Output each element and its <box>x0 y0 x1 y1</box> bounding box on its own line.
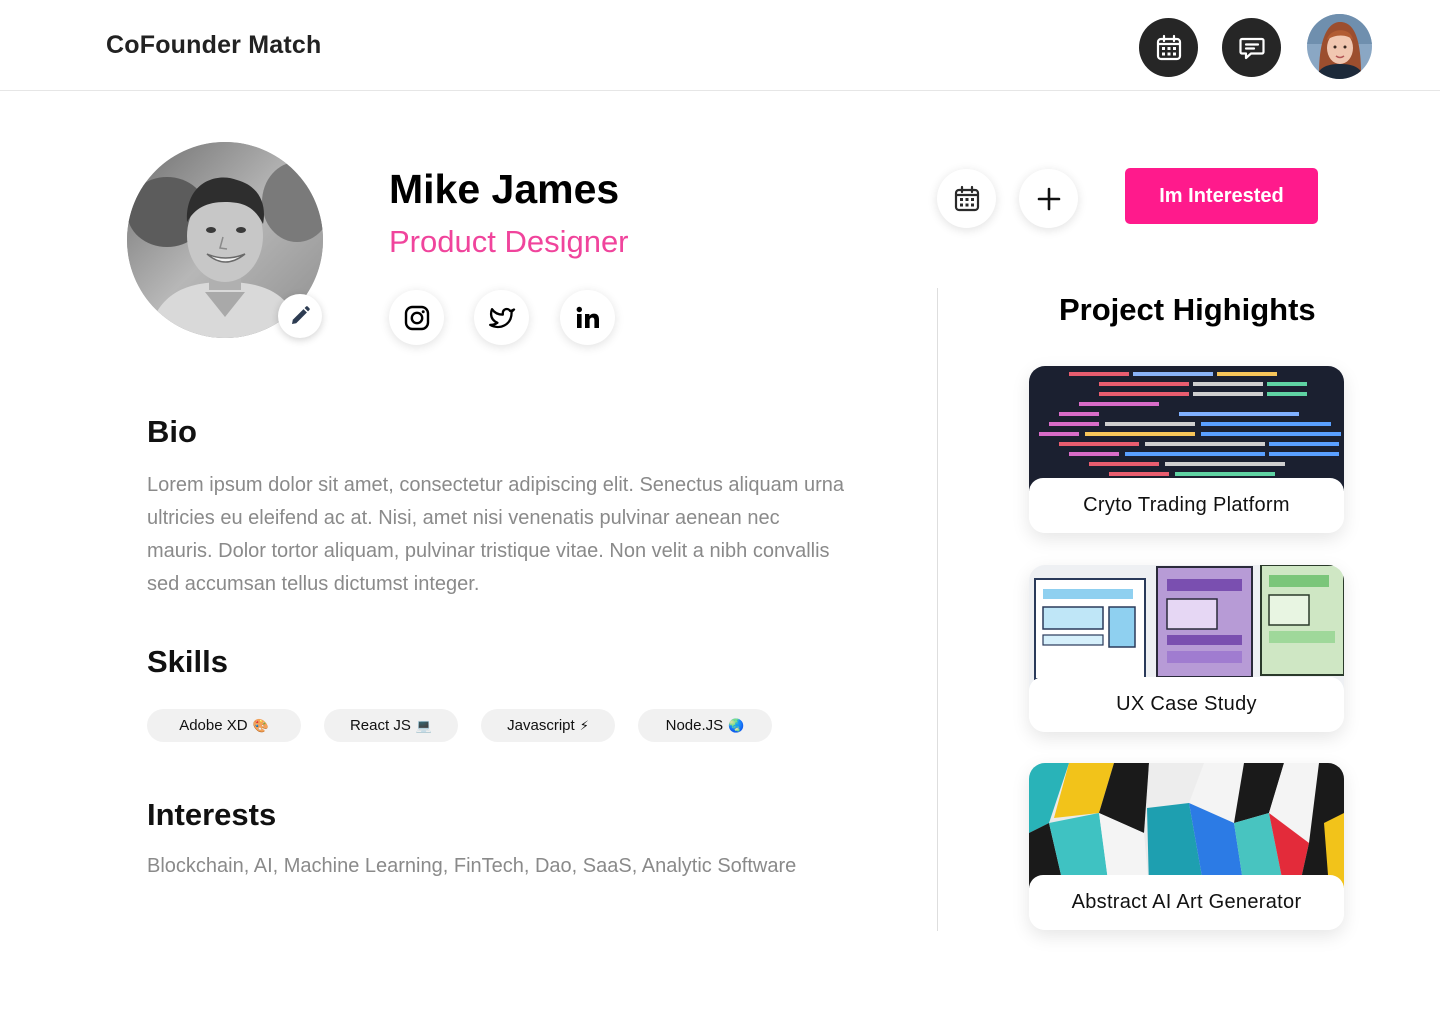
project-card-title: UX Case Study <box>1029 677 1344 732</box>
skill-chip[interactable]: React JS 💻 <box>324 709 458 742</box>
skill-label: Node.JS <box>665 717 724 734</box>
skill-chip[interactable]: Node.JS 🌏 <box>638 709 772 742</box>
im-interested-button[interactable]: Im Interested <box>1125 168 1318 224</box>
header-calendar-button[interactable] <box>1139 18 1198 77</box>
brand-logo-text[interactable]: CoFounder Match <box>106 31 322 60</box>
skill-label: Javascript <box>507 717 575 734</box>
project-card[interactable]: UX Case Study <box>1029 565 1344 732</box>
edit-avatar-button[interactable] <box>278 294 322 338</box>
header-messages-button[interactable] <box>1222 18 1281 77</box>
skill-label: Adobe XD <box>179 717 248 734</box>
profile-name: Mike James <box>389 166 620 212</box>
project-highlights-heading: Project Highights <box>1059 292 1316 327</box>
project-card[interactable]: Abstract AI Art Generator <box>1029 763 1344 930</box>
profile-role: Product Designer <box>389 224 629 259</box>
skill-emoji: 🌏 <box>728 717 745 733</box>
skill-emoji: 💻 <box>415 717 433 733</box>
instagram-button[interactable] <box>389 290 444 345</box>
linkedin-icon <box>576 306 599 328</box>
schedule-meeting-button[interactable] <box>937 169 996 228</box>
top-navbar: CoFounder Match <box>0 0 1440 91</box>
skills-heading: Skills <box>147 644 228 679</box>
skill-label: React JS <box>349 717 411 734</box>
skill-chip[interactable]: Adobe XD 🎨 <box>147 709 301 742</box>
calendar-icon <box>1156 34 1181 60</box>
user-avatar[interactable] <box>1307 14 1372 79</box>
project-thumbnail-sketch <box>1029 565 1344 690</box>
interests-text: Blockchain, AI, Machine Learning, FinTec… <box>147 855 797 877</box>
add-button[interactable] <box>1019 169 1078 228</box>
bio-text: Lorem ipsum dolor sit amet, consectetur … <box>147 474 845 595</box>
calendar-icon <box>954 185 979 211</box>
project-card[interactable]: Cryto Trading Platform <box>1029 366 1344 533</box>
plus-icon <box>1037 187 1060 210</box>
chat-icon <box>1238 37 1265 59</box>
skill-chip[interactable]: Javascript ⚡ <box>481 709 615 742</box>
twitter-button[interactable] <box>474 290 529 345</box>
bio-heading: Bio <box>147 414 197 449</box>
project-card-title: Cryto Trading Platform <box>1029 478 1344 533</box>
profile-avatar-wrapper <box>127 142 323 338</box>
column-divider <box>937 288 938 931</box>
project-card-title: Abstract AI Art Generator <box>1029 875 1344 930</box>
project-thumbnail-code <box>1029 366 1344 491</box>
skill-emoji: 🎨 <box>252 717 269 733</box>
interests-heading: Interests <box>147 797 277 832</box>
skill-emoji: ⚡ <box>579 717 589 733</box>
pencil-icon <box>292 306 310 324</box>
instagram-icon <box>404 305 429 330</box>
linkedin-button[interactable] <box>560 290 615 345</box>
twitter-icon <box>488 307 515 328</box>
project-thumbnail-abstract <box>1029 763 1344 888</box>
